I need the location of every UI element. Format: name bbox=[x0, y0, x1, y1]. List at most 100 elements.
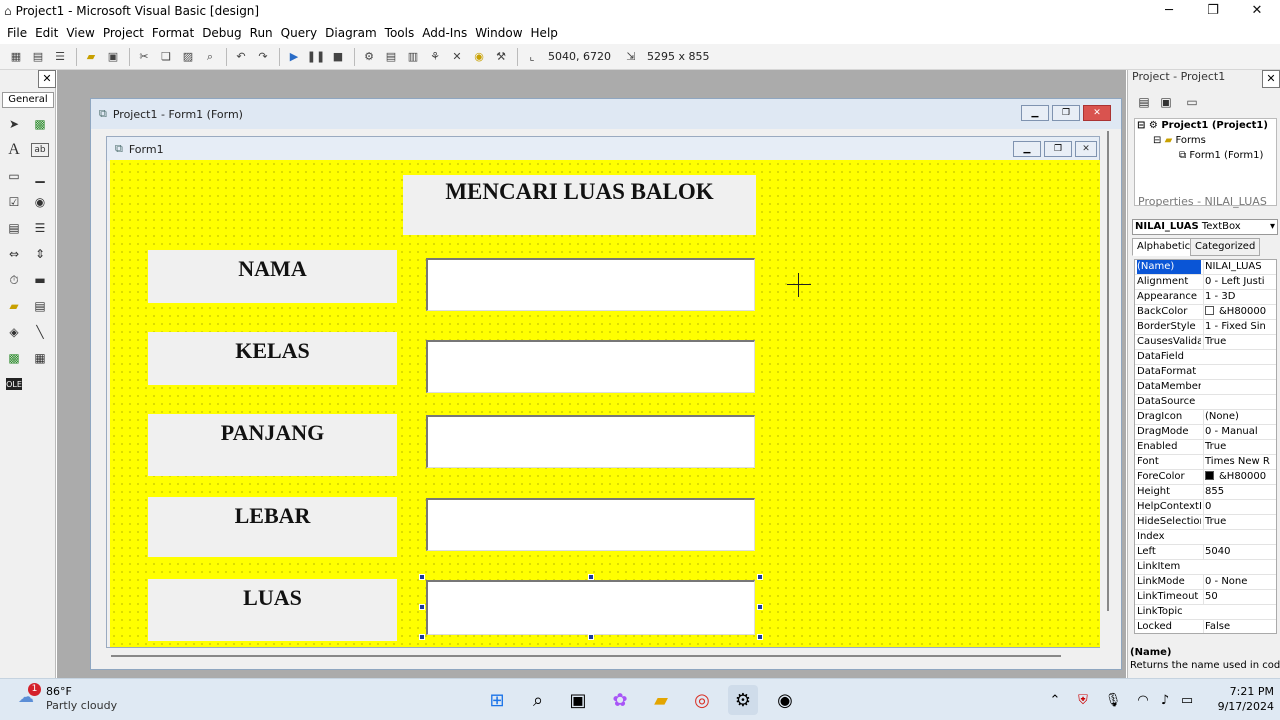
menu-format[interactable]: Format bbox=[148, 26, 198, 40]
lebar-textbox[interactable] bbox=[426, 498, 755, 551]
property-row[interactable]: DataField bbox=[1135, 350, 1276, 365]
label-tool-icon[interactable]: A bbox=[4, 140, 24, 160]
property-row[interactable]: Left 5040 bbox=[1135, 545, 1276, 560]
menu-window[interactable]: Window bbox=[471, 26, 526, 40]
expand-icon[interactable]: ⊟ bbox=[1153, 135, 1165, 146]
obs-icon[interactable]: ◉ bbox=[770, 685, 800, 715]
property-value[interactable]: True bbox=[1203, 515, 1276, 529]
clock[interactable]: 7:21 PM 9/17/2024 bbox=[1200, 684, 1274, 714]
form1-minimize-button[interactable]: ▁ bbox=[1013, 141, 1041, 157]
listbox-tool-icon[interactable]: ☰ bbox=[30, 218, 50, 238]
property-value[interactable]: 0 - None bbox=[1203, 575, 1276, 589]
security-icon[interactable]: ⛨ bbox=[1068, 685, 1098, 715]
line-tool-icon[interactable]: ╲ bbox=[30, 322, 50, 342]
maximize-button[interactable]: ❐ bbox=[1190, 0, 1236, 22]
nama-textbox[interactable] bbox=[426, 258, 755, 311]
property-value[interactable]: 50 bbox=[1203, 590, 1276, 604]
start-icon[interactable]: ▶ bbox=[284, 47, 304, 67]
resize-handle[interactable] bbox=[419, 634, 425, 640]
resize-handle[interactable] bbox=[588, 634, 594, 640]
property-row[interactable]: CausesValidat True bbox=[1135, 335, 1276, 350]
data-view-icon[interactable]: ◉ bbox=[469, 47, 489, 67]
combobox-tool-icon[interactable]: ▤ bbox=[4, 218, 24, 238]
menu-query[interactable]: Query bbox=[277, 26, 321, 40]
toggle-folders-icon[interactable]: ▭ bbox=[1182, 92, 1202, 112]
property-value[interactable]: True bbox=[1203, 440, 1276, 454]
property-row[interactable]: Enabled True bbox=[1135, 440, 1276, 455]
designer-minimize-button[interactable]: ▁ bbox=[1021, 105, 1049, 121]
property-row[interactable]: Alignment 0 - Left Justi bbox=[1135, 275, 1276, 290]
expand-icon[interactable]: ⊟ bbox=[1137, 120, 1149, 131]
tab-categorized[interactable]: Categorized bbox=[1190, 238, 1261, 256]
optionbutton-tool-icon[interactable]: ◉ bbox=[30, 192, 50, 212]
search-icon[interactable]: ⌕ bbox=[523, 685, 553, 715]
property-row[interactable]: Height 855 bbox=[1135, 485, 1276, 500]
object-browser-icon[interactable]: ⚘ bbox=[425, 47, 445, 67]
resize-handle[interactable] bbox=[419, 604, 425, 610]
property-row[interactable]: HideSelection True bbox=[1135, 515, 1276, 530]
ole-tool-icon[interactable]: OLE bbox=[6, 378, 22, 390]
toolbox-close-button[interactable]: ✕ bbox=[38, 70, 56, 88]
add-project-icon[interactable]: ▦ bbox=[6, 47, 26, 67]
form-canvas[interactable]: MENCARI LUAS BALOK NAMA KELAS PANJANG LE… bbox=[110, 160, 1100, 647]
commandbutton-tool-icon[interactable]: ▁ bbox=[30, 166, 50, 186]
property-value[interactable]: &H80000 bbox=[1203, 470, 1276, 484]
form1-close-button[interactable]: ✕ bbox=[1075, 141, 1097, 157]
nama-label[interactable]: NAMA bbox=[148, 250, 397, 303]
panjang-textbox[interactable] bbox=[426, 415, 755, 468]
pointer-tool-icon[interactable]: ➤ bbox=[4, 114, 24, 134]
frame-tool-icon[interactable]: ▭ bbox=[4, 166, 24, 186]
property-row[interactable]: HelpContextII 0 bbox=[1135, 500, 1276, 515]
task-view-icon[interactable]: ▣ bbox=[563, 685, 593, 715]
menu-diagram[interactable]: Diagram bbox=[321, 26, 381, 40]
resize-handle[interactable] bbox=[588, 574, 594, 580]
open-project-icon[interactable]: ▰ bbox=[81, 47, 101, 67]
property-row[interactable]: Appearance 1 - 3D bbox=[1135, 290, 1276, 305]
view-code-icon[interactable]: ▤ bbox=[1134, 92, 1154, 112]
property-value[interactable]: 0 - Left Justi bbox=[1203, 275, 1276, 289]
properties-window-icon[interactable]: ▤ bbox=[381, 47, 401, 67]
resize-handle[interactable] bbox=[757, 634, 763, 640]
resize-handle[interactable] bbox=[757, 574, 763, 580]
menu-editor-icon[interactable]: ☰ bbox=[50, 47, 70, 67]
property-row[interactable]: BackColor &H80000 bbox=[1135, 305, 1276, 320]
project-explorer-icon[interactable]: ⚙ bbox=[359, 47, 379, 67]
copy-icon[interactable]: ❏ bbox=[156, 47, 176, 67]
start-menu-icon[interactable]: ⊞ bbox=[482, 685, 512, 715]
toolbox-icon[interactable]: ✕ bbox=[447, 47, 467, 67]
property-value[interactable]: 0 bbox=[1203, 500, 1276, 514]
kelas-label[interactable]: KELAS bbox=[148, 332, 397, 385]
property-row[interactable]: DragMode 0 - Manual bbox=[1135, 425, 1276, 440]
designer-close-button[interactable]: ✕ bbox=[1083, 105, 1111, 121]
property-row[interactable]: Locked False bbox=[1135, 620, 1276, 633]
object-selector[interactable]: NILAI_LUAS TextBox ▾ bbox=[1132, 219, 1278, 235]
property-row[interactable]: (Name) NILAI_LUAS bbox=[1135, 260, 1276, 275]
property-value[interactable]: NILAI_LUAS bbox=[1203, 260, 1276, 274]
paste-icon[interactable]: ▨ bbox=[178, 47, 198, 67]
drivelistbox-tool-icon[interactable]: ▬ bbox=[30, 270, 50, 290]
property-value[interactable]: 0 - Manual bbox=[1203, 425, 1276, 439]
resize-handle[interactable] bbox=[419, 574, 425, 580]
form-layout-icon[interactable]: ▥ bbox=[403, 47, 423, 67]
heading-label[interactable]: MENCARI LUAS BALOK bbox=[403, 175, 756, 235]
tree-item-form1[interactable]: ⧉ Form1 (Form1) bbox=[1179, 150, 1263, 161]
menu-project[interactable]: Project bbox=[99, 26, 148, 40]
hscrollbar-tool-icon[interactable]: ⇔ bbox=[4, 244, 24, 264]
property-value[interactable]: (None) bbox=[1203, 410, 1276, 424]
luas-label[interactable]: LUAS bbox=[148, 579, 397, 641]
microphone-icon[interactable]: 🎙 bbox=[1098, 685, 1128, 715]
property-row[interactable]: LinkItem bbox=[1135, 560, 1276, 575]
lebar-label[interactable]: LEBAR bbox=[148, 497, 397, 557]
property-row[interactable]: DragIcon (None) bbox=[1135, 410, 1276, 425]
dirlistbox-tool-icon[interactable]: ▰ bbox=[4, 296, 24, 316]
property-value[interactable]: 855 bbox=[1203, 485, 1276, 499]
save-project-icon[interactable]: ▣ bbox=[103, 47, 123, 67]
property-row[interactable]: ForeColor &H80000 bbox=[1135, 470, 1276, 485]
chrome-icon[interactable]: ◎ bbox=[687, 685, 717, 715]
resize-handle[interactable] bbox=[757, 604, 763, 610]
shape-tool-icon[interactable]: ◈ bbox=[4, 322, 24, 342]
menu-add-ins[interactable]: Add-Ins bbox=[418, 26, 471, 40]
battery-icon[interactable]: ▭ bbox=[1172, 685, 1202, 715]
panjang-label[interactable]: PANJANG bbox=[148, 414, 397, 476]
property-row[interactable]: Index bbox=[1135, 530, 1276, 545]
